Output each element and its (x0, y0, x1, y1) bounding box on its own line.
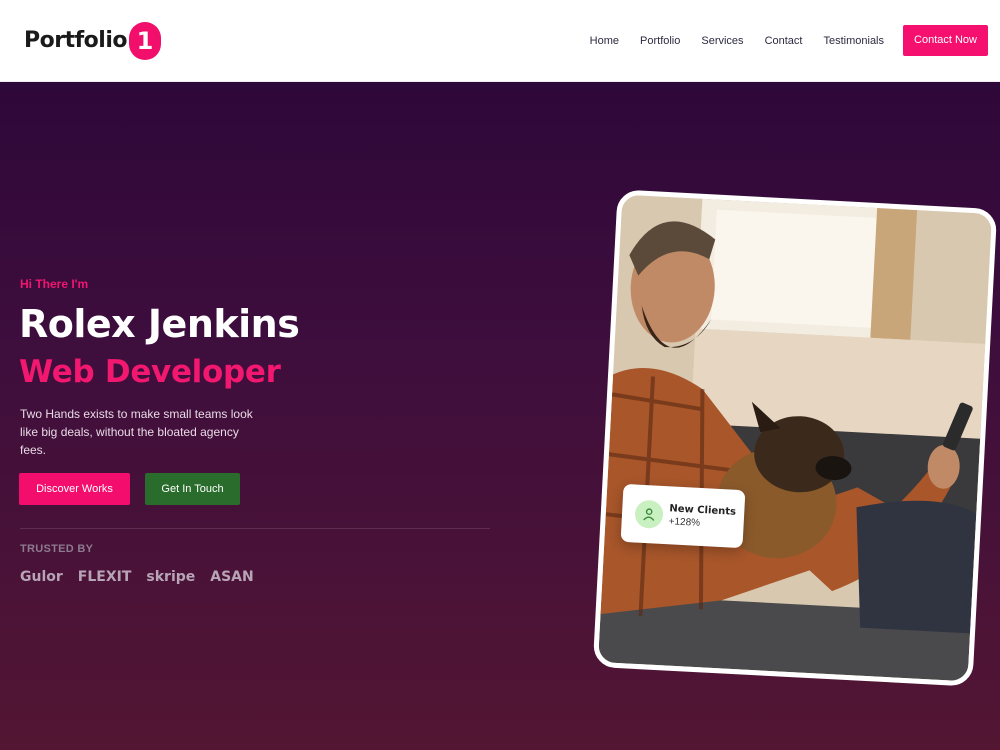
site-header: Portfolio 1 Home Portfolio Services Cont… (0, 0, 1000, 82)
brand-list: Gulor FLEXIT skripe ASAN (20, 569, 254, 585)
nav-services[interactable]: Services (701, 35, 743, 47)
brand-logo: Gulor (20, 569, 63, 585)
hero-name: Rolex Jenkins (19, 302, 300, 346)
trusted-by-label: TRUSTED BY (20, 543, 94, 555)
nav-home[interactable]: Home (590, 35, 619, 47)
hero-photo-illustration (598, 194, 992, 682)
nav-portfolio[interactable]: Portfolio (640, 35, 680, 47)
brand-logo: ASAN (210, 569, 254, 585)
logo-text: Portfolio (24, 28, 128, 53)
discover-works-button[interactable]: Discover Works (19, 473, 130, 505)
logo[interactable]: Portfolio 1 (24, 21, 161, 60)
new-clients-title: New Clients (669, 503, 737, 518)
logo-badge: 1 (129, 21, 161, 60)
hero-description: Two Hands exists to make small teams loo… (20, 407, 253, 457)
hero-role: Web Developer (19, 354, 281, 390)
hero-greeting: Hi There I'm (20, 277, 89, 291)
hero-section: Hi There I'm Rolex Jenkins Web Developer… (0, 82, 1000, 750)
contact-now-button[interactable]: Contact Now (903, 25, 988, 56)
new-clients-badge: New Clients +128% (620, 483, 746, 549)
new-clients-value: +128% (668, 516, 701, 529)
nav-testimonials[interactable]: Testimonials (823, 35, 884, 47)
divider (20, 528, 490, 529)
hero-photo (592, 189, 998, 687)
user-icon (634, 499, 664, 529)
brand-logo: skripe (146, 569, 196, 585)
main-nav: Home Portfolio Services Contact Testimon… (590, 25, 988, 56)
brand-logo: FLEXIT (77, 569, 132, 585)
nav-contact[interactable]: Contact (765, 35, 803, 47)
get-in-touch-button[interactable]: Get In Touch (145, 473, 240, 505)
